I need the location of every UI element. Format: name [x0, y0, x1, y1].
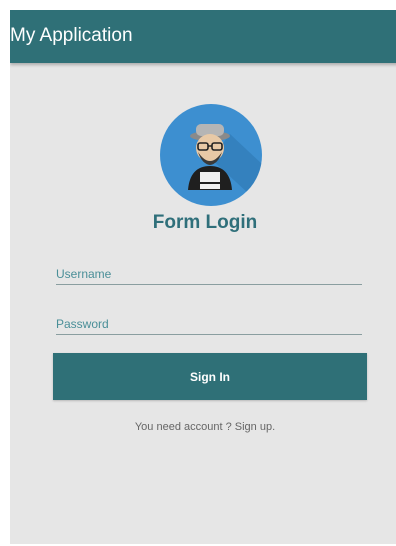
sign-in-button[interactable]: Sign In — [53, 353, 367, 400]
form-title: Form Login — [152, 212, 258, 233]
app-bar: My Application — [10, 10, 396, 63]
password-field-container — [56, 306, 362, 335]
app-screen: My Application Form Login Sign — [10, 10, 396, 544]
password-input[interactable] — [56, 306, 362, 334]
username-input[interactable] — [56, 256, 362, 284]
username-field-container — [56, 256, 362, 285]
app-title: My Application — [10, 25, 133, 46]
user-avatar-icon — [160, 104, 262, 206]
sign-up-link[interactable]: You need account ? Sign up. — [10, 421, 396, 433]
